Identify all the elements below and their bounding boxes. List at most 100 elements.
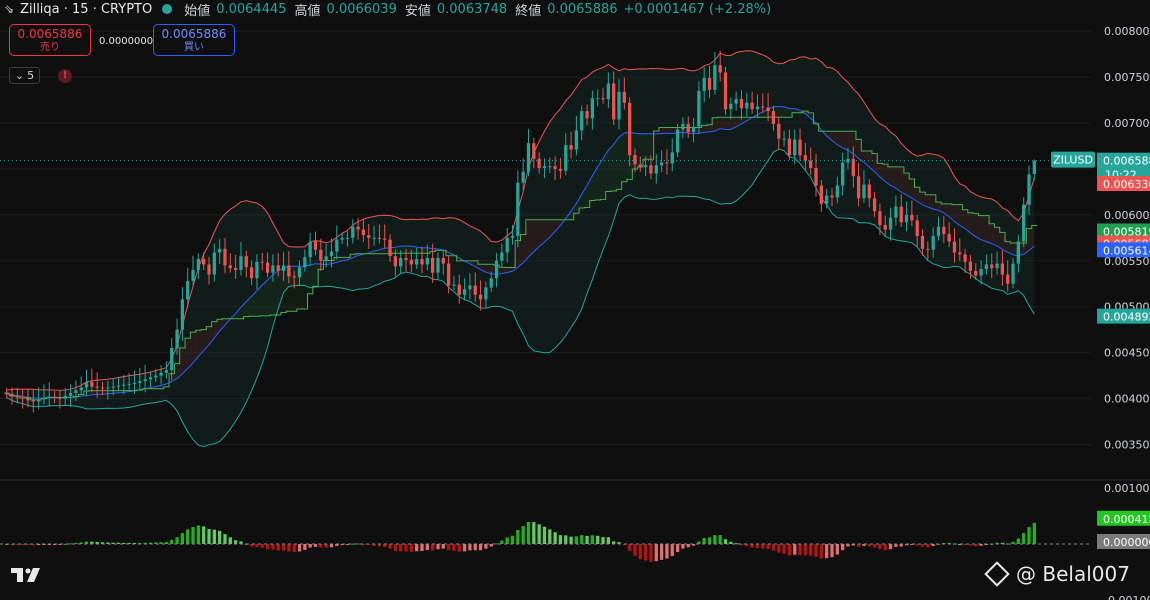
candle-body	[856, 176, 861, 199]
alert-icon[interactable]: !	[58, 69, 72, 83]
candle-body	[601, 98, 605, 100]
indicators-toggle-button[interactable]: ⌄ 5	[9, 67, 40, 84]
candle-body	[979, 269, 983, 276]
candle-body	[505, 237, 509, 253]
macd-bar	[835, 544, 839, 555]
low-label: 安値	[404, 3, 431, 19]
macd-bar	[825, 544, 829, 559]
macd-bar	[170, 539, 174, 544]
macd-bar	[207, 528, 211, 544]
macd-bar	[446, 544, 451, 551]
sell-button[interactable]: 0.0065886 売り	[9, 24, 91, 56]
macd-bar	[303, 544, 307, 550]
macd-bar	[510, 535, 515, 544]
candle-body	[532, 143, 536, 159]
candle-body	[415, 258, 419, 265]
macd-bar	[297, 544, 302, 552]
macd-bar	[723, 539, 728, 544]
trend-fill	[406, 245, 412, 254]
macd-bar	[761, 544, 765, 549]
candle-body	[335, 239, 339, 252]
macd-bar	[628, 544, 632, 551]
candle-body	[260, 261, 264, 263]
buy-button[interactable]: 0.0065886 買い	[153, 24, 235, 56]
price-label: 0.0065886	[1103, 155, 1150, 168]
macd-bar	[638, 544, 642, 560]
price-label: 0.0063360	[1103, 178, 1150, 191]
macd-bar	[68, 543, 73, 545]
tradingview-logo-icon[interactable]	[11, 566, 45, 584]
candle-body	[825, 195, 829, 204]
macd-bar	[351, 543, 355, 545]
candle-body	[489, 278, 493, 288]
candle-body	[665, 162, 669, 164]
macd-bar	[505, 537, 509, 544]
chart-canvas[interactable]: 0.00800000.00750000.00700000.00650000.00…	[0, 0, 1150, 600]
macd-bar	[436, 544, 440, 550]
candle-body	[697, 90, 701, 127]
candle-body	[952, 241, 957, 253]
candle-body	[574, 130, 579, 150]
macd-bar	[164, 541, 169, 544]
candle	[516, 170, 520, 248]
macd-bar	[883, 544, 887, 551]
candle-body	[755, 106, 760, 110]
price-axis[interactable]: 0.00800000.00750000.00700000.00650000.00…	[1051, 25, 1150, 600]
trend-fill	[842, 131, 848, 151]
macd-bar	[521, 526, 525, 544]
symbol-tag: ZILUSD	[1053, 154, 1093, 167]
trend-fill	[725, 117, 731, 130]
candle-body	[990, 264, 994, 269]
price-tick-label: 0.0080000	[1104, 25, 1150, 38]
macd-bar	[585, 535, 589, 544]
candle-body	[31, 400, 35, 402]
candle-body	[633, 155, 637, 165]
macd-bar	[415, 544, 419, 552]
trend-fill	[400, 245, 407, 254]
candle-body	[20, 397, 25, 399]
tradingview-symbol-icon[interactable]: ⇘	[4, 2, 14, 16]
candle-body	[15, 395, 19, 398]
trend-fill	[645, 133, 651, 160]
watermark-handle: @ Belal007	[1016, 562, 1130, 586]
candle-body	[761, 106, 765, 108]
price-tick-label: 0.0070000	[1104, 117, 1150, 130]
macd-bar	[649, 544, 653, 562]
candle-body	[148, 377, 153, 380]
macd-bar	[840, 544, 845, 551]
price-tick-label: 0.0035000	[1104, 438, 1150, 451]
macd-bar	[878, 544, 882, 550]
candle-body	[425, 258, 429, 265]
price-tick-label: 0.0040000	[1104, 393, 1150, 406]
macd-bar	[564, 535, 568, 544]
macd-bar	[558, 535, 563, 544]
macd-bar	[830, 544, 834, 558]
macd-bar	[500, 540, 504, 544]
macd-bar	[218, 530, 222, 544]
macd-bar	[713, 535, 717, 544]
candle-body	[894, 206, 898, 218]
macd-bar	[324, 544, 328, 548]
macd-bar	[484, 544, 488, 549]
candle-body	[100, 387, 105, 389]
candle-body	[995, 263, 999, 269]
candle-body	[345, 237, 350, 239]
candle-body	[468, 285, 472, 290]
symbol-title[interactable]: Zilliqa · 15 · CRYPTO	[20, 2, 152, 17]
trend-fill	[608, 144, 614, 192]
macd-bar	[393, 544, 398, 551]
candle-body	[175, 329, 179, 349]
candle-body	[936, 226, 941, 236]
trend-fill	[720, 117, 726, 130]
candle-body	[542, 166, 547, 169]
macd-bar	[926, 544, 930, 548]
candle-body	[947, 234, 951, 242]
candle-body	[265, 262, 270, 273]
macd-bar	[643, 544, 648, 561]
macd-bar	[537, 524, 541, 544]
macd-bar	[1027, 527, 1031, 544]
trend-fill	[272, 270, 279, 316]
macd-bar	[659, 544, 664, 560]
candle-body	[809, 160, 813, 169]
candle-body	[111, 386, 115, 388]
